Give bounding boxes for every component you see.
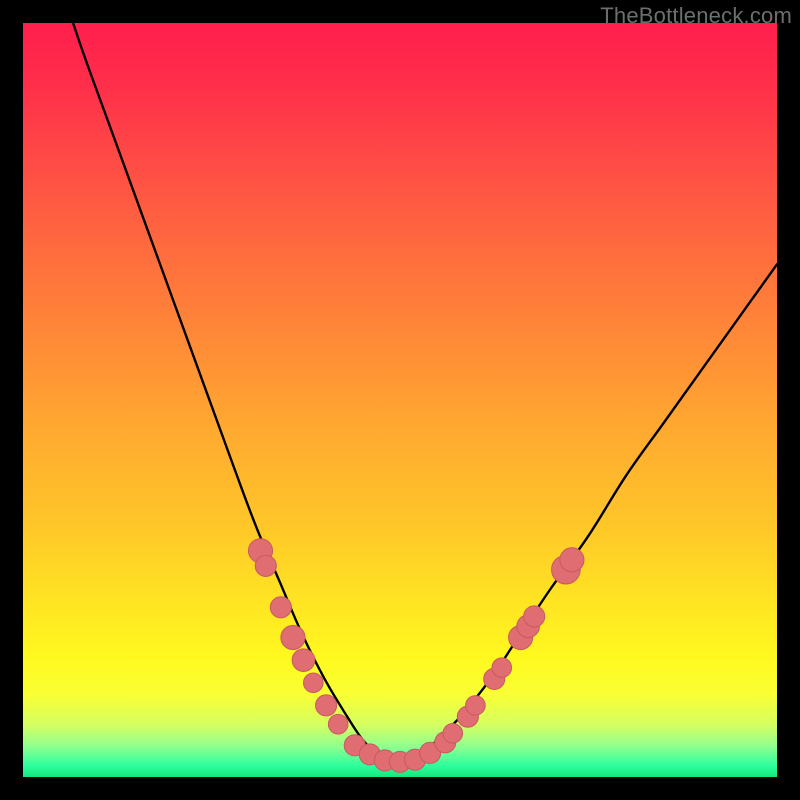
data-marker xyxy=(524,606,545,627)
data-marker xyxy=(303,673,323,693)
data-marker xyxy=(466,696,486,716)
data-marker xyxy=(492,658,512,678)
data-marker xyxy=(560,548,584,572)
data-marker xyxy=(281,625,305,649)
data-marker xyxy=(328,714,348,734)
data-marker xyxy=(270,597,291,618)
plot-svg xyxy=(23,23,777,777)
bottleneck-curve xyxy=(61,0,777,763)
chart-stage: TheBottleneck.com xyxy=(0,0,800,800)
data-marker xyxy=(316,695,337,716)
data-marker xyxy=(255,555,276,576)
data-marker xyxy=(292,649,315,672)
data-marker xyxy=(443,723,463,743)
markers-group xyxy=(248,539,584,773)
